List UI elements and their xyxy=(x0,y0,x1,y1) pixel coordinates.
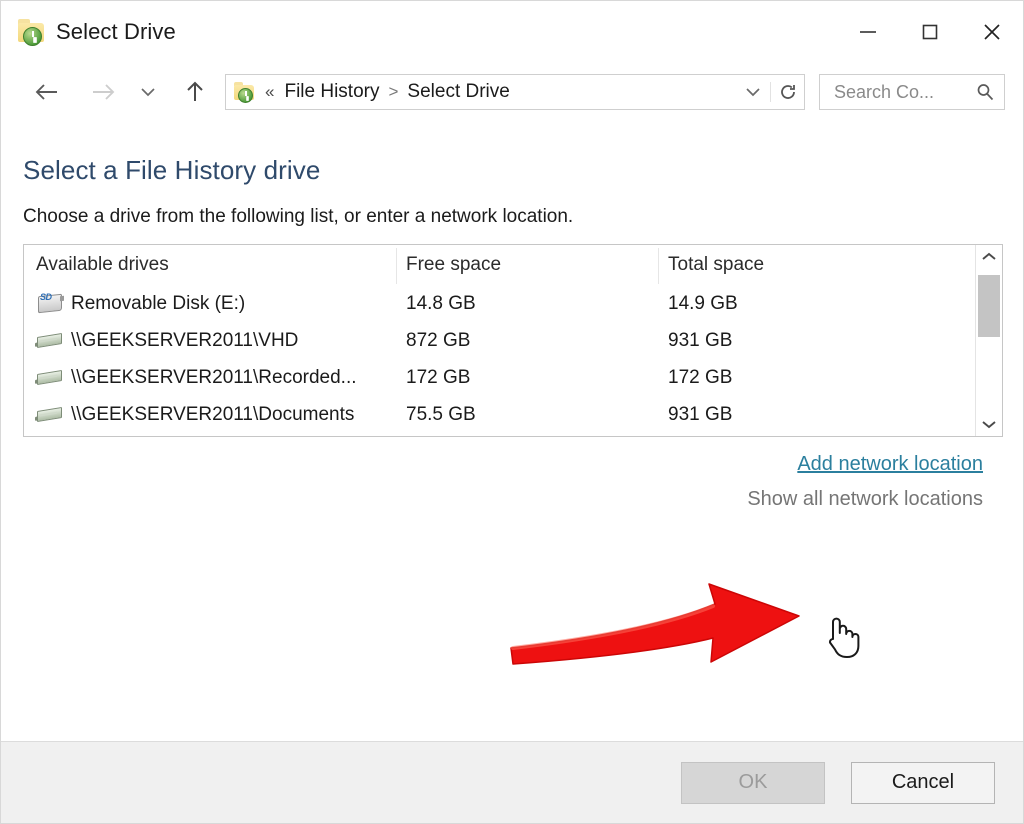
close-icon[interactable] xyxy=(961,1,1023,63)
search-input[interactable]: Search Co... xyxy=(834,82,974,103)
annotation-red-arrow xyxy=(499,576,819,686)
drive-total-space: 14.9 GB xyxy=(668,293,738,314)
network-links: Add network location Show all network lo… xyxy=(23,453,1003,511)
drive-name: \\GEEKSERVER2011\Recorded... xyxy=(71,367,357,389)
column-header-free-space[interactable]: Free space xyxy=(406,254,668,276)
title-bar: Select Drive xyxy=(1,1,1023,63)
dialog-content: Select a File History drive Choose a dri… xyxy=(1,121,1023,741)
drive-total-space: 931 GB xyxy=(668,404,732,425)
column-header-total-space[interactable]: Total space xyxy=(668,254,975,276)
address-chevron-down-icon[interactable] xyxy=(736,85,770,99)
scrollbar-track[interactable] xyxy=(976,269,1002,412)
breadcrumb-item-select-drive[interactable]: Select Drive xyxy=(407,81,509,103)
network-drive-icon xyxy=(36,404,66,426)
window-title: Select Drive xyxy=(56,19,176,45)
column-header-available-drives[interactable]: Available drives xyxy=(36,254,406,276)
breadcrumb-separator: > xyxy=(388,82,398,102)
search-box[interactable]: Search Co... xyxy=(819,74,1005,110)
page-subtitle: Choose a drive from the following list, … xyxy=(23,206,1003,228)
cancel-button[interactable]: Cancel xyxy=(851,762,995,804)
breadcrumb-item-file-history[interactable]: File History xyxy=(284,81,379,103)
drive-name: Removable Disk (E:) xyxy=(71,293,245,315)
sd-card-icon: SD xyxy=(36,293,66,315)
table-row[interactable]: \\GEEKSERVER2011\Documents 75.5 GB 931 G… xyxy=(24,396,975,433)
drive-free-space: 172 GB xyxy=(406,367,470,388)
navigation-bar: « File History > Select Drive Search Co.… xyxy=(1,63,1023,121)
back-arrow-icon[interactable] xyxy=(27,72,67,112)
network-drive-icon xyxy=(36,330,66,352)
address-bar[interactable]: « File History > Select Drive xyxy=(225,74,805,110)
scrollbar-thumb[interactable] xyxy=(978,275,1000,337)
table-row[interactable]: SD Removable Disk (E:) 14.8 GB 14.9 GB xyxy=(24,285,975,322)
network-drive-icon xyxy=(36,367,66,389)
up-arrow-icon[interactable] xyxy=(175,72,215,112)
file-history-folder-icon xyxy=(17,17,47,47)
vertical-scrollbar[interactable] xyxy=(975,245,1002,436)
drives-list: Available drives Free space Total space … xyxy=(24,245,975,436)
drive-name: \\GEEKSERVER2011\VHD xyxy=(71,330,298,352)
drive-free-space: 14.8 GB xyxy=(406,293,476,314)
table-row[interactable]: \\GEEKSERVER2011\VHD 872 GB 931 GB xyxy=(24,322,975,359)
window-controls xyxy=(837,1,1023,63)
drive-free-space: 872 GB xyxy=(406,330,470,351)
minimize-icon[interactable] xyxy=(837,1,899,63)
page-title: Select a File History drive xyxy=(23,155,1003,186)
drives-listbox[interactable]: Available drives Free space Total space … xyxy=(23,244,1003,437)
search-icon[interactable] xyxy=(974,82,996,102)
select-drive-window: Select Drive xyxy=(0,0,1024,824)
hand-pointer-cursor xyxy=(821,613,861,659)
drive-total-space: 172 GB xyxy=(668,367,732,388)
ok-button[interactable]: OK xyxy=(681,762,825,804)
dialog-footer: OK Cancel xyxy=(1,741,1023,823)
scroll-down-icon[interactable] xyxy=(976,412,1002,436)
drive-total-space: 931 GB xyxy=(668,330,732,351)
add-network-location-link[interactable]: Add network location xyxy=(797,453,983,476)
recent-locations-chevron-down-icon[interactable] xyxy=(133,72,163,112)
forward-arrow-icon xyxy=(83,72,123,112)
show-all-network-locations-link[interactable]: Show all network locations xyxy=(23,488,983,511)
scroll-up-icon[interactable] xyxy=(976,245,1002,269)
drive-free-space: 75.5 GB xyxy=(406,404,476,425)
address-bar-file-history-icon xyxy=(234,81,256,103)
table-header-row: Available drives Free space Total space xyxy=(24,245,975,285)
maximize-icon[interactable] xyxy=(899,1,961,63)
drive-name: \\GEEKSERVER2011\Documents xyxy=(71,404,354,426)
table-row[interactable]: \\GEEKSERVER2011\Recorded... 172 GB 172 … xyxy=(24,359,975,396)
breadcrumb-overflow[interactable]: « xyxy=(265,82,274,102)
refresh-icon[interactable] xyxy=(770,82,804,102)
